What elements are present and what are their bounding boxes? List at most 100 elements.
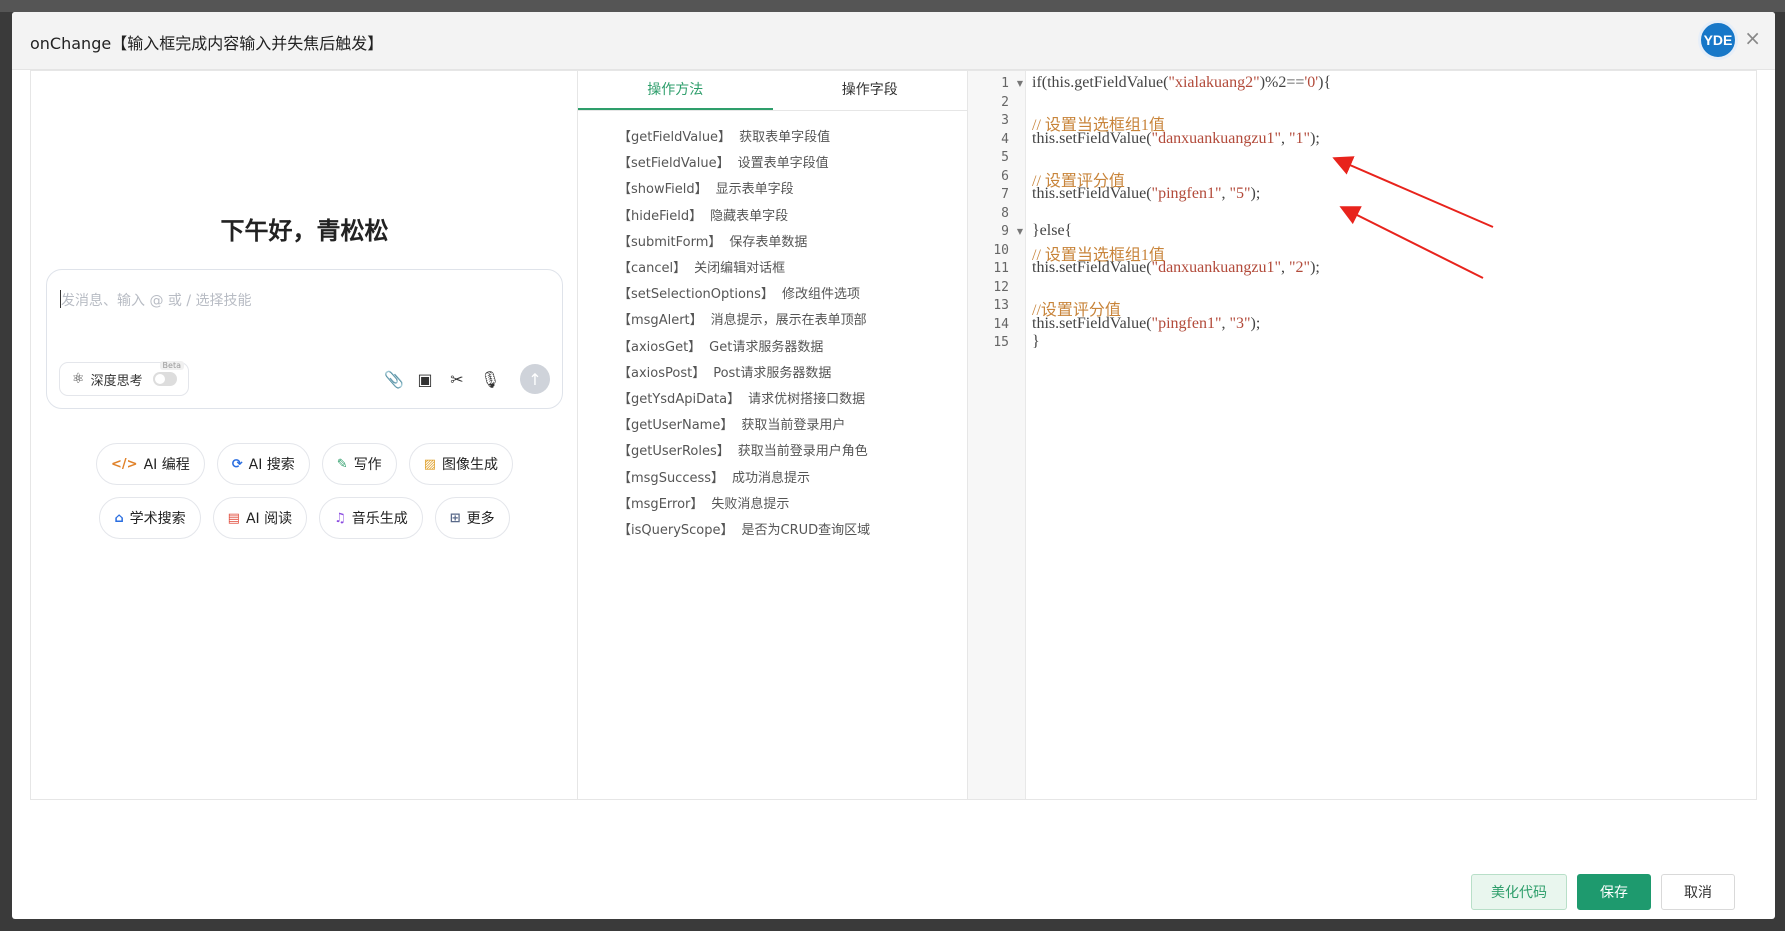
skill-chip[interactable]: ✎ 写作 <box>321 443 397 485</box>
annotation-arrow-2 <box>1339 206 1484 279</box>
method-item[interactable]: 【submitForm】 保存表单数据 <box>618 230 967 256</box>
line-number: 2 <box>1001 94 1009 110</box>
skill-chips: </> AI 编程 ⟳ AI 搜索 ✎ 写作 ▨ 图像生成 ⌂ 学术搜索 ▤ AI 阅读 ♫ 音乐生成 ⊞… <box>31 443 578 551</box>
script-editor-dialog: onChange【输入框完成内容输入并失焦后触发】 YDE × 下午好，青松松 … <box>12 12 1775 919</box>
method-name: 【axiosGet】 <box>618 339 702 355</box>
methods-panel: 操作方法 操作字段 【getFieldValue】 获取表单字段值 【setFiel… <box>578 71 968 799</box>
method-item[interactable]: 【msgAlert】 消息提示，展示在表单顶部 <box>618 308 967 334</box>
code-line[interactable]: this.setFieldValue("danxuankuangzu1", "2… <box>1032 259 1320 277</box>
save-button[interactable]: 保存 <box>1577 874 1651 910</box>
send-button[interactable]: ↑ <box>520 364 550 394</box>
skill-chip[interactable]: </> AI 编程 <box>96 443 205 485</box>
cancel-button[interactable]: 取消 <box>1661 874 1735 910</box>
method-item[interactable]: 【setSelectionOptions】 修改组件选项 <box>618 282 967 308</box>
beautify-code-button[interactable]: 美化代码 <box>1471 874 1567 910</box>
skill-chip[interactable]: ♫ 音乐生成 <box>319 497 423 539</box>
deep-think-toggle[interactable]: ⚛ 深度思考 Beta <box>59 361 189 396</box>
beta-badge: Beta <box>159 361 184 370</box>
line-number: 6 <box>1001 168 1009 184</box>
method-item[interactable]: 【cancel】 关闭编辑对话框 <box>618 256 967 282</box>
skill-chip[interactable]: ▨ 图像生成 <box>408 443 513 485</box>
method-name: 【getUserRoles】 <box>618 444 730 460</box>
method-item[interactable]: 【setFieldValue】 设置表单字段值 <box>618 151 967 177</box>
method-desc: 修改组件选项 <box>781 287 860 303</box>
line-number: 7 <box>1001 187 1009 202</box>
code-line[interactable]: this.setFieldValue("pingfen1", "5"); <box>1032 185 1260 203</box>
skill-chip-label: 音乐生成 <box>351 511 408 527</box>
line-number: 4 <box>1001 131 1009 147</box>
method-item[interactable]: 【getFieldValue】 获取表单字段值 <box>618 125 967 151</box>
method-item[interactable]: 【msgSuccess】 成功消息提示 <box>618 466 967 492</box>
method-name: 【cancel】 <box>618 261 687 277</box>
line-number: 12 <box>993 279 1009 295</box>
method-name: 【getYsdApiData】 <box>618 392 741 408</box>
tab-fields[interactable]: 操作字段 <box>773 71 968 110</box>
method-item[interactable]: 【axiosPost】 Post请求服务器数据 <box>618 361 967 387</box>
code-line[interactable]: this.setFieldValue("danxuankuangzu1", "1… <box>1032 130 1320 148</box>
screenshot-icon[interactable]: ▣ <box>416 370 434 389</box>
method-item[interactable]: 【getYsdApiData】 请求优树搭接口数据 <box>618 387 967 413</box>
image-icon: ▨ <box>423 456 436 472</box>
method-name: 【submitForm】 <box>618 234 722 250</box>
close-icon[interactable]: × <box>1744 26 1761 50</box>
method-name: 【hideField】 <box>618 208 703 224</box>
code-line[interactable]: this.setFieldValue("pingfen1", "3"); <box>1032 315 1260 333</box>
skill-chip[interactable]: ▤ AI 阅读 <box>212 497 308 539</box>
graduation-icon: ⌂ <box>114 510 124 526</box>
method-desc: 请求优树搭接口数据 <box>748 392 866 408</box>
method-item[interactable]: 【getUserRoles】 获取当前登录用户角色 <box>618 439 967 465</box>
method-item[interactable]: 【axiosGet】 Get请求服务器数据 <box>618 335 967 361</box>
method-desc: 成功消息提示 <box>732 470 811 486</box>
code-icon: </> <box>111 456 138 472</box>
skill-chip[interactable]: ⊞ 更多 <box>434 497 510 539</box>
microphone-icon[interactable]: 🎙 <box>480 370 500 389</box>
method-name: 【msgSuccess】 <box>618 470 725 486</box>
fold-toggle-icon[interactable]: ▼ <box>1017 227 1023 236</box>
method-name: 【showField】 <box>618 182 708 198</box>
method-name: 【getUserName】 <box>618 418 734 434</box>
grid-icon: ⊞ <box>449 510 461 526</box>
skill-chip-label: 更多 <box>466 511 495 527</box>
code-line[interactable]: if(this.getFieldValue("xialakuang2")%2==… <box>1032 74 1331 92</box>
method-desc: 显示表单字段 <box>715 182 794 198</box>
method-item[interactable]: 【showField】 显示表单字段 <box>618 177 967 203</box>
search-refresh-icon: ⟳ <box>231 456 243 472</box>
line-number: 1 <box>1001 76 1009 91</box>
skill-chip-label: AI 编程 <box>143 457 190 473</box>
method-item[interactable]: 【msgError】 失败消息提示 <box>618 492 967 518</box>
line-number: 5 <box>1001 150 1009 165</box>
skill-chip-label: 写作 <box>353 457 382 473</box>
method-desc: 失败消息提示 <box>711 496 790 512</box>
toggle-switch[interactable] <box>152 372 177 386</box>
chat-input-box[interactable]: 发消息、输入 @ 或 / 选择技能 ⚛ 深度思考 Beta 📎 ▣ ✂ 🎙 ↑ <box>46 269 563 409</box>
line-number: 11 <box>993 261 1009 276</box>
code-line[interactable]: } <box>1032 333 1040 351</box>
pen-icon: ✎ <box>336 456 348 472</box>
attachment-icon[interactable]: 📎 <box>384 370 404 389</box>
dialog-header: onChange【输入框完成内容输入并失焦后触发】 YDE × <box>12 12 1775 70</box>
tab-methods[interactable]: 操作方法 <box>578 71 773 110</box>
line-number: 13 <box>993 298 1009 313</box>
method-item[interactable]: 【hideField】 隐藏表单字段 <box>618 204 967 230</box>
skill-chip-label: 学术搜索 <box>129 511 186 527</box>
method-item[interactable]: 【isQueryScope】 是否为CRUD查询区域 <box>618 518 967 544</box>
line-number: 14 <box>993 316 1009 332</box>
skill-chip[interactable]: ⌂ 学术搜索 <box>99 497 201 539</box>
chat-input-placeholder[interactable]: 发消息、输入 @ 或 / 选择技能 <box>61 290 252 310</box>
skill-chip-label: AI 阅读 <box>245 511 293 527</box>
scissors-icon[interactable]: ✂ <box>448 370 466 389</box>
method-desc: 保存表单数据 <box>729 234 808 250</box>
skill-chip[interactable]: ⟳ AI 搜索 <box>216 443 310 485</box>
ai-assistant-panel: 下午好，青松松 发消息、输入 @ 或 / 选择技能 ⚛ 深度思考 Beta 📎 … <box>31 71 578 799</box>
backdrop-top <box>0 0 1785 12</box>
fold-toggle-icon[interactable]: ▼ <box>1017 79 1023 88</box>
code-line[interactable]: }else{ <box>1032 222 1072 240</box>
method-item[interactable]: 【getUserName】 获取当前登录用户 <box>618 413 967 439</box>
method-desc: 隐藏表单字段 <box>710 208 789 224</box>
dialog-footer: 美化代码 保存 取消 <box>1471 874 1735 910</box>
code-editor[interactable]: 1 ▼ 2 3 4 5 6 7 8 9 ▼ 10 11 12 13 14 15 if(this.getField… <box>968 71 1756 799</box>
skill-chip-row: </> AI 编程 ⟳ AI 搜索 ✎ 写作 ▨ 图像生成 <box>31 443 578 485</box>
deep-think-label: 深度思考 <box>90 373 143 389</box>
method-name: 【isQueryScope】 <box>618 523 734 539</box>
method-desc: 设置表单字段值 <box>737 156 829 172</box>
